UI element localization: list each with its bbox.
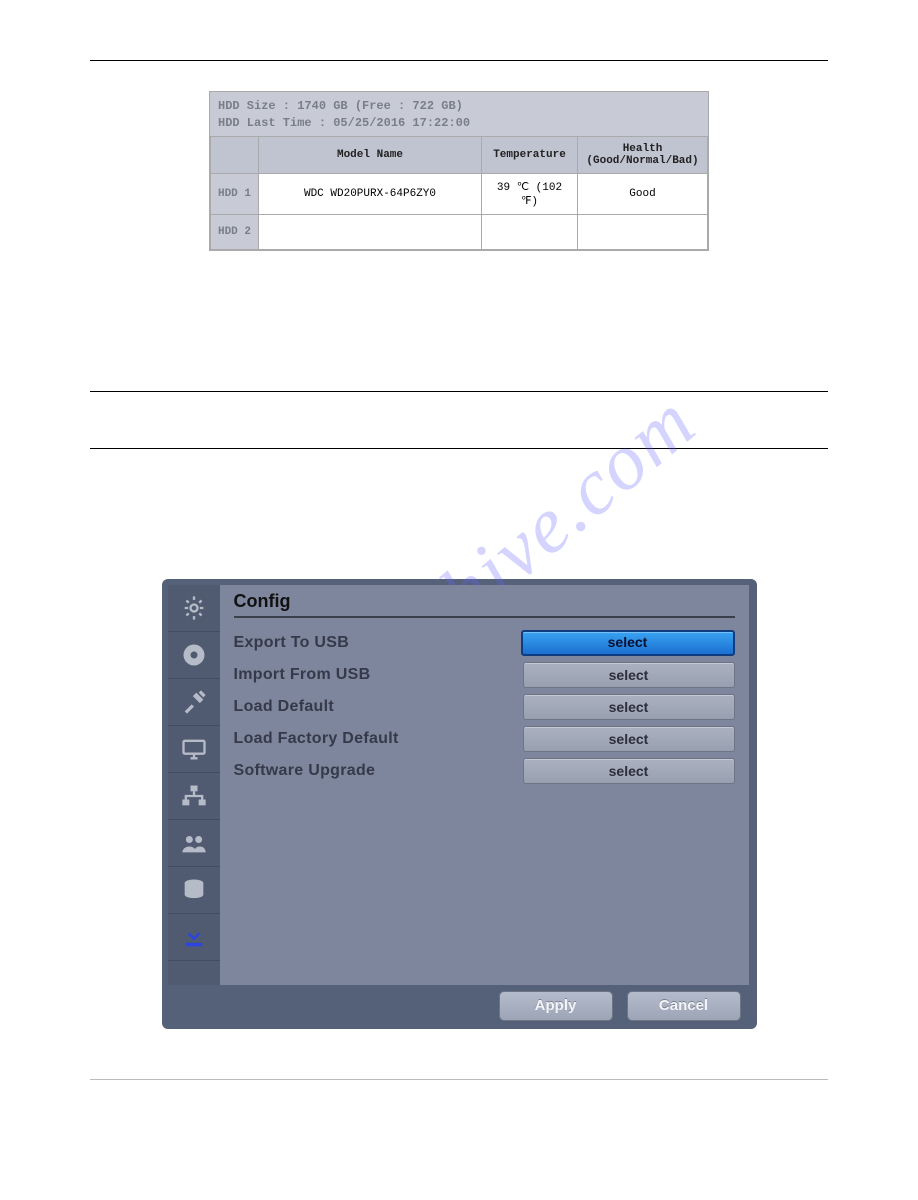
hdd-lasttime-text: HDD Last Time : 05/25/2016 17:22:00	[218, 115, 700, 132]
sidebar-display[interactable]	[168, 726, 220, 773]
hdd-row-label: HDD 1	[211, 173, 259, 214]
config-row-upgrade: Software Upgrade select	[234, 758, 735, 784]
config-window: Config Export To USB select Import From …	[162, 579, 757, 1029]
hdd-size-text: HDD Size : 1740 GB (Free : 722 GB)	[218, 98, 700, 115]
load-factory-default-label: Load Factory Default	[234, 730, 399, 748]
bottom-divider	[90, 1079, 828, 1080]
network-icon	[180, 782, 208, 810]
table-row: HDD 2	[211, 214, 708, 249]
load-factory-default-select-button[interactable]: select	[523, 726, 735, 752]
hdd-temp-value	[482, 214, 578, 249]
hdd-summary-bar: HDD Size : 1740 GB (Free : 722 GB) HDD L…	[210, 92, 708, 136]
export-to-usb-label: Export To USB	[234, 634, 350, 652]
hdd-health-value: Good	[578, 173, 708, 214]
software-upgrade-label: Software Upgrade	[234, 762, 376, 780]
hdd-model-value	[259, 214, 482, 249]
config-sidebar	[168, 585, 220, 985]
top-divider	[90, 60, 828, 61]
hdd-col-model: Model Name	[259, 136, 482, 173]
config-row-loadfactory: Load Factory Default select	[234, 726, 735, 752]
config-row-loaddefault: Load Default select	[234, 694, 735, 720]
sidebar-record[interactable]	[168, 632, 220, 679]
export-to-usb-select-button[interactable]: select	[521, 630, 735, 656]
hdd-temp-value: 39 ℃ (102 ℉)	[482, 173, 578, 214]
record-disc-icon	[180, 641, 208, 669]
load-default-select-button[interactable]: select	[523, 694, 735, 720]
import-from-usb-label: Import From USB	[234, 666, 371, 684]
hdd-col-health: Health (Good/Normal/Bad)	[578, 136, 708, 173]
apply-button[interactable]: Apply	[499, 991, 613, 1021]
sidebar-storage[interactable]	[168, 867, 220, 914]
hdd-table: Model Name Temperature Health (Good/Norm…	[210, 136, 708, 250]
sidebar-settings[interactable]	[168, 585, 220, 632]
hdd-info-panel: HDD Size : 1740 GB (Free : 722 GB) HDD L…	[209, 91, 709, 251]
sidebar-users[interactable]	[168, 820, 220, 867]
sidebar-tools[interactable]	[168, 679, 220, 726]
download-icon	[180, 923, 208, 951]
tools-icon	[180, 688, 208, 716]
software-upgrade-select-button[interactable]: select	[523, 758, 735, 784]
hdd-row-label: HDD 2	[211, 214, 259, 249]
import-from-usb-select-button[interactable]: select	[523, 662, 735, 688]
load-default-label: Load Default	[234, 698, 335, 716]
cancel-button[interactable]: Cancel	[627, 991, 741, 1021]
hdd-model-value: WDC WD20PURX-64P6ZY0	[259, 173, 482, 214]
hdd-col-temp: Temperature	[482, 136, 578, 173]
config-row-export: Export To USB select	[234, 630, 735, 656]
users-icon	[180, 829, 208, 857]
config-title: Config	[234, 591, 735, 618]
gear-icon	[180, 594, 208, 622]
monitor-icon	[180, 735, 208, 763]
sidebar-config-active[interactable]	[168, 914, 220, 961]
config-row-import: Import From USB select	[234, 662, 735, 688]
hdd-col-blank	[211, 136, 259, 173]
config-main-panel: Config Export To USB select Import From …	[220, 585, 749, 985]
mid-divider-2	[90, 448, 828, 449]
sidebar-network[interactable]	[168, 773, 220, 820]
database-icon	[180, 876, 208, 904]
config-footer: Apply Cancel	[168, 991, 749, 1021]
hdd-health-value	[578, 214, 708, 249]
table-row: HDD 1 WDC WD20PURX-64P6ZY0 39 ℃ (102 ℉) …	[211, 173, 708, 214]
mid-divider-1	[90, 391, 828, 392]
